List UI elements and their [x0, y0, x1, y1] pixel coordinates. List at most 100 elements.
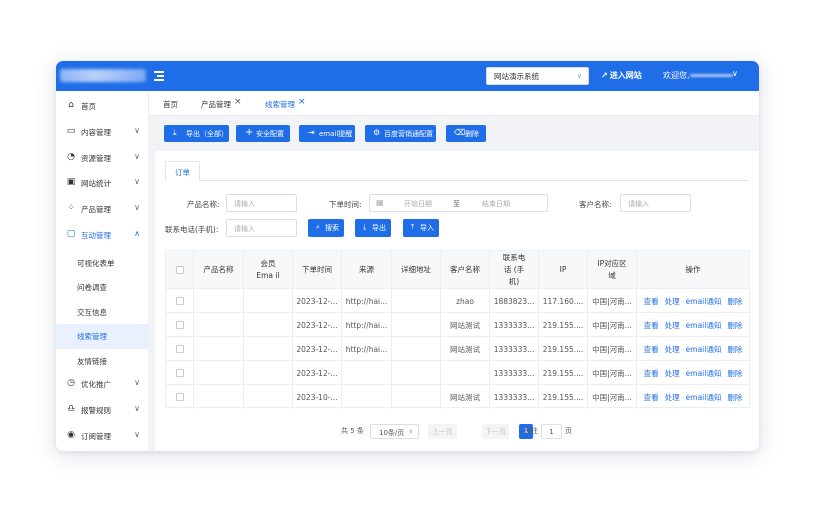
source-cell	[342, 361, 392, 385]
phone-cell: 1333333...	[490, 385, 539, 409]
process-link[interactable]: 处理	[665, 344, 680, 355]
process-link[interactable]: 处理	[665, 368, 680, 379]
home-icon: ⌂	[68, 100, 74, 110]
product-name-input[interactable]: 请输入	[226, 194, 297, 212]
export-label: 导出	[372, 224, 386, 232]
login-icon: ⇥	[308, 128, 315, 137]
delete-link[interactable]: 删除	[727, 320, 742, 331]
source-cell: http://hai...	[342, 313, 392, 337]
customer-name-placeholder: 请输入	[628, 200, 649, 208]
select-all-checkbox[interactable]	[175, 266, 184, 274]
close-icon[interactable]: ×	[298, 97, 306, 107]
import-button[interactable]: ⤒ 导入	[403, 219, 439, 237]
chevron-up-icon: ∧	[134, 229, 140, 238]
email-notify-link[interactable]: email通知	[686, 320, 722, 331]
email-notify-link[interactable]: email通知	[686, 296, 722, 307]
upload-icon: ⤒	[411, 223, 415, 231]
next-page-label: 下一页	[485, 428, 506, 436]
delete-button[interactable]: ⌫ 删除	[446, 125, 486, 142]
goto-page-input[interactable]: 1	[541, 424, 562, 439]
table-header: 产品名称 会员Ema il 下单时间 来源 详细地址 客户名称 联系电话 (手机…	[166, 251, 749, 289]
ip-cell: 219.155....	[539, 313, 588, 337]
source-cell	[342, 385, 392, 409]
view-link[interactable]: 查看	[644, 296, 659, 307]
menu-toggle-icon[interactable]	[154, 70, 166, 82]
sidebar-item-stats[interactable]: ▣ 网站统计 ∨	[56, 171, 149, 196]
sidebar-subitem-label: 线索管理	[77, 332, 107, 341]
delete-link[interactable]: 删除	[727, 296, 742, 307]
sidebar-item-alarm[interactable]: ♎ 报警规则 ∨	[56, 398, 149, 423]
order-time-range[interactable]: ▦ 开始日期 至 结束日期	[369, 194, 548, 212]
process-link[interactable]: 处理	[665, 392, 680, 403]
sidebar-item-interaction[interactable]: ▢ 互动管理 ∧	[56, 223, 149, 248]
eye-icon: ◉	[67, 430, 75, 440]
view-link[interactable]: 查看	[644, 344, 659, 355]
column-header: 客户名称	[441, 251, 490, 289]
alarm-icon: ♎	[66, 404, 76, 414]
product-name-placeholder: 请输入	[234, 200, 255, 208]
sidebar-item-label: 内容管理	[81, 128, 111, 137]
phone-input[interactable]: 请输入	[226, 219, 297, 237]
row-checkbox[interactable]	[175, 345, 184, 353]
view-link[interactable]: 查看	[644, 320, 659, 331]
column-header: 下单时间	[293, 251, 342, 289]
close-icon[interactable]: ×	[234, 97, 242, 107]
customer-cell	[441, 361, 490, 385]
next-page-button[interactable]: 下一页	[482, 424, 509, 439]
sidebar-subitem-friend-links[interactable]: 友情链接	[56, 349, 149, 374]
sidebar-item-subscription[interactable]: ◉ 订阅管理 ∨	[56, 424, 149, 449]
row-checkbox[interactable]	[175, 297, 184, 305]
page-size-select[interactable]: 10条/页 ∨	[370, 424, 419, 439]
delete-link[interactable]: 删除	[727, 392, 742, 403]
sidebar-subitem-leads[interactable]: 线索管理	[56, 324, 149, 349]
export-button[interactable]: ⤓ 导出	[355, 219, 391, 237]
tab-home[interactable]: 首页	[163, 91, 193, 116]
baidu-config-button[interactable]: ⚙ 百度营销通配置	[365, 125, 436, 142]
product-name-label: 产品名称:	[187, 200, 220, 209]
sidebar-subitem-visual-form[interactable]: 可视化表单	[56, 251, 149, 276]
email-reminder-button[interactable]: ⇥ email提醒	[299, 125, 355, 142]
phone-cell: 1333333...	[490, 313, 539, 337]
user-menu-chevron-icon[interactable]: ∨	[732, 69, 738, 78]
sidebar-item-label: 首页	[81, 102, 96, 111]
sidebar-subitem-survey[interactable]: 问卷调查	[56, 275, 149, 300]
ip-cell: 219.155....	[539, 385, 588, 409]
tab-orders[interactable]: 订单	[165, 161, 200, 181]
sidebar-item-seo[interactable]: ◷ 优化推广 ∨	[56, 372, 149, 397]
security-config-button[interactable]: + 安全配置	[236, 125, 290, 142]
dashboard-icon: ◔	[67, 152, 75, 162]
select-all-cell	[166, 251, 194, 289]
external-link-icon: ↗	[601, 71, 608, 80]
sidebar-subitem-interaction-info[interactable]: 交互信息	[56, 300, 149, 325]
tab-bar: 首页 产品管理 × 线索管理 ×	[149, 91, 759, 116]
tab-leads[interactable]: 线索管理 ×	[265, 91, 333, 116]
search-label: 搜索	[325, 224, 339, 232]
email-notify-link[interactable]: email通知	[686, 344, 722, 355]
enter-site-link[interactable]: ↗ 进入网站	[601, 70, 642, 81]
order-time-cell: 2023-12-...	[293, 313, 342, 337]
process-link[interactable]: 处理	[665, 320, 680, 331]
row-checkbox[interactable]	[175, 321, 184, 329]
process-link[interactable]: 处理	[665, 296, 680, 307]
sidebar-item-resources[interactable]: ◔ 资源管理 ∨	[56, 146, 149, 171]
sidebar-item-home[interactable]: ⌂ 首页	[56, 94, 149, 119]
tab-products[interactable]: 产品管理 ×	[201, 91, 269, 116]
view-link[interactable]: 查看	[644, 392, 659, 403]
chevron-down-icon: ∨	[134, 152, 140, 161]
row-checkbox[interactable]	[175, 393, 184, 401]
row-checkbox[interactable]	[175, 369, 184, 377]
search-button[interactable]: ⌕ 搜索	[308, 219, 344, 237]
export-all-button[interactable]: ⤓ 导出（全部）	[164, 125, 229, 142]
view-link[interactable]: 查看	[644, 368, 659, 379]
email-notify-link[interactable]: email通知	[686, 392, 722, 403]
customer-name-input[interactable]: 请输入	[620, 194, 691, 212]
sidebar-item-products[interactable]: ⁘ 产品管理 ∨	[56, 197, 149, 222]
product-cell	[194, 385, 244, 409]
sidebar-item-content[interactable]: ▭ 内容管理 ∨	[56, 120, 149, 145]
email-cell	[244, 337, 293, 361]
delete-link[interactable]: 删除	[727, 368, 742, 379]
delete-link[interactable]: 删除	[727, 344, 742, 355]
prev-page-button[interactable]: 上一页	[428, 424, 457, 439]
email-notify-link[interactable]: email通知	[686, 368, 722, 379]
site-select[interactable]: 网站演示系统 ∨	[486, 67, 589, 85]
